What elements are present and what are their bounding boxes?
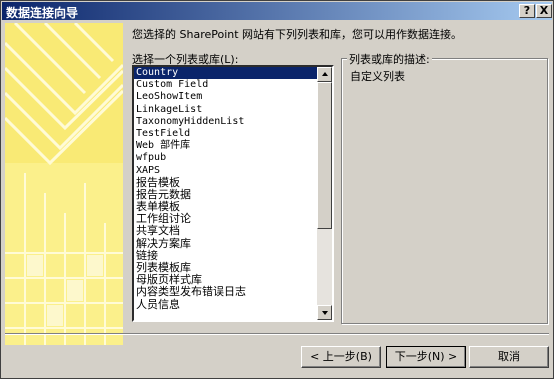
list-item[interactable]: Country — [134, 67, 318, 80]
scroll-thumb[interactable] — [317, 82, 332, 229]
close-button[interactable]: X — [536, 4, 552, 18]
list-item[interactable]: 内容类型发布错误日志 — [134, 286, 318, 298]
list-item[interactable]: LeoShowItem — [134, 91, 318, 103]
description-text: 自定义列表 — [350, 70, 405, 83]
list-item[interactable]: XAPS — [134, 165, 318, 177]
scroll-down-button[interactable] — [317, 305, 332, 320]
arrow-up-icon — [322, 72, 328, 76]
back-button[interactable]: < 上一步(B) — [301, 346, 381, 368]
wizard-banner-image — [5, 23, 123, 345]
vertical-scrollbar[interactable] — [317, 67, 332, 320]
list-item[interactable]: Custom Field — [134, 79, 318, 91]
help-button[interactable]: ? — [519, 4, 535, 18]
banner-pattern — [5, 23, 123, 345]
list-item[interactable]: LinkageList — [134, 104, 318, 116]
list-or-library-listbox[interactable]: Country Custom Field LeoShowItem LinkageLis… — [132, 65, 334, 322]
list-item[interactable]: TestField — [134, 128, 318, 140]
list-item[interactable]: wfpub — [134, 152, 318, 164]
description-groupbox — [341, 58, 548, 324]
description-title: 列表或库的描述: — [347, 51, 432, 67]
list-item[interactable]: 共享文档 — [134, 225, 318, 237]
list-item[interactable]: TaxonomyHiddenList — [134, 116, 318, 128]
wizard-window: 数据连接向导 ? X 您选择的 SharePoint 网站有下列列表和库，您可以… — [0, 0, 554, 379]
window-title: 数据连接向导 — [6, 6, 79, 20]
cancel-button[interactable]: 取消 — [469, 346, 549, 368]
list-item[interactable]: Web 部件库 — [134, 140, 318, 152]
title-bar[interactable]: 数据连接向导 ? X — [2, 2, 552, 20]
scroll-up-button[interactable] — [317, 67, 332, 82]
list-item[interactable]: 人员信息 — [134, 298, 318, 311]
arrow-down-icon — [322, 311, 328, 315]
separator — [5, 333, 549, 335]
next-button[interactable]: 下一步(N) > — [386, 346, 466, 368]
list-items: Country Custom Field LeoShowItem LinkageLis… — [134, 67, 318, 311]
wizard-prompt: 您选择的 SharePoint 网站有下列列表和库，您可以用作数据连接。 — [132, 28, 463, 41]
list-item[interactable]: 解决方案库 — [134, 237, 318, 250]
